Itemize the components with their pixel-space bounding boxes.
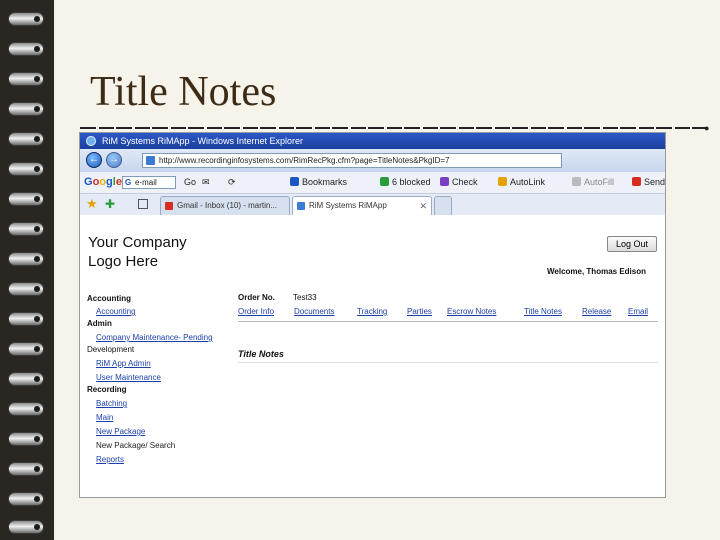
order-number-value: Test33: [293, 293, 317, 302]
sidebar-item-main[interactable]: Main: [96, 413, 113, 423]
title-divider: [80, 127, 706, 129]
new-tab-button[interactable]: [434, 196, 452, 215]
divider-end-ornament: ●: [704, 123, 710, 133]
binder-ring: [8, 222, 44, 236]
order-nav-release[interactable]: Release: [582, 307, 611, 316]
url-text: http://www.recordinginfosystems.com/RimR…: [159, 156, 450, 165]
order-nav-email[interactable]: Email: [628, 307, 648, 316]
sidebar-heading-recording: Recording: [87, 385, 127, 394]
sidebar-item-batching[interactable]: Batching: [96, 399, 127, 409]
slide-title: Title Notes: [90, 69, 277, 115]
back-arrow-icon[interactable]: ←: [86, 152, 102, 168]
tab-rim-systems[interactable]: RiM Systems RiMApp ✕: [292, 196, 432, 215]
sidebar-item-rim-app-admin[interactable]: RiM App Admin: [96, 359, 151, 369]
nav-divider: [238, 321, 658, 322]
window-title: RiM Systems RiMApp - Windows Internet Ex…: [102, 136, 304, 146]
quick-tabs-icon[interactable]: [138, 199, 148, 209]
binder-ring: [8, 102, 44, 116]
tab-label: Gmail - Inbox (10) - martin...: [177, 201, 278, 210]
popup-blocker-icon: [380, 177, 389, 186]
autolink-icon: [498, 177, 507, 186]
sidebar-heading-accounting: Accounting: [87, 294, 131, 303]
sidebar-item-reports[interactable]: Reports: [96, 455, 124, 465]
binder-ring: [8, 42, 44, 56]
autofill-button[interactable]: AutoFill: [572, 172, 614, 193]
send-button[interactable]: Send: [632, 172, 665, 193]
browser-window: RiM Systems RiMApp - Windows Internet Ex…: [79, 132, 666, 498]
sidebar-item-new-package-search[interactable]: New Package/ Search: [96, 441, 175, 451]
order-nav-documents[interactable]: Documents: [294, 307, 334, 316]
binder-ring: [8, 432, 44, 446]
binder-ring: [8, 520, 44, 534]
address-bar: ← → http://www.recordinginfosystems.com/…: [80, 149, 665, 172]
google-toolbar: Google e-mail Go ✉ ⟳ Bookmarks 6 blocked…: [80, 172, 665, 194]
binder-ring: [8, 72, 44, 86]
sidebar-heading-admin: Admin: [87, 319, 112, 328]
star-icon: [290, 177, 299, 186]
sidebar-item-new-package[interactable]: New Package: [96, 427, 145, 437]
ie-icon: [86, 136, 96, 146]
autolink-button[interactable]: AutoLink: [498, 172, 545, 193]
section-divider: [238, 362, 658, 363]
page-icon: [146, 156, 155, 165]
binder-ring: [8, 282, 44, 296]
sidebar-heading-development: Development: [87, 345, 135, 354]
tab-bar: ★ ✚ Gmail - Inbox (10) - martin... RiM S…: [80, 194, 665, 216]
welcome-message: Welcome, Thomas Edison: [547, 267, 646, 276]
app-page: Your Company Logo Here Log Out Welcome, …: [80, 215, 665, 497]
favorites-star-icon[interactable]: ★: [86, 197, 98, 211]
company-logo: Your Company Logo Here: [88, 234, 187, 270]
url-input[interactable]: http://www.recordinginfosystems.com/RimR…: [142, 153, 562, 168]
go-button[interactable]: Go: [184, 172, 196, 193]
binder-ring: [8, 12, 44, 26]
spell-check-button[interactable]: Check: [440, 172, 478, 193]
order-nav-escrow-notes[interactable]: Escrow Notes: [447, 307, 496, 316]
order-nav-parties[interactable]: Parties: [407, 307, 432, 316]
popup-blocker-button[interactable]: 6 blocked: [380, 172, 431, 193]
section-title: Title Notes: [238, 349, 284, 359]
rim-tab-icon: [297, 202, 305, 210]
tab-label: RiM Systems RiMApp: [309, 201, 387, 210]
close-tab-icon[interactable]: ✕: [419, 197, 427, 215]
gmail-tab-icon: [165, 202, 173, 210]
order-nav-order-info[interactable]: Order Info: [238, 307, 274, 316]
binder-ring: [8, 462, 44, 476]
forward-arrow-icon[interactable]: →: [106, 152, 122, 168]
binder-ring: [8, 342, 44, 356]
binder-ring: [8, 132, 44, 146]
order-number-label: Order No.: [238, 293, 275, 302]
sidebar-item-accounting[interactable]: Accounting: [96, 307, 136, 317]
binder-ring: [8, 252, 44, 266]
tab-gmail[interactable]: Gmail - Inbox (10) - martin...: [160, 196, 290, 215]
add-favorite-icon[interactable]: ✚: [105, 197, 115, 211]
google-search-input[interactable]: e-mail: [122, 176, 176, 189]
spell-check-icon: [440, 177, 449, 186]
notebook-binding: [0, 0, 54, 540]
binder-ring: [8, 312, 44, 326]
send-icon: [632, 177, 641, 186]
order-nav-tracking[interactable]: Tracking: [357, 307, 387, 316]
spin-icon[interactable]: ⟳: [228, 172, 236, 193]
sidebar-item-company-maintenance[interactable]: Company Maintenance- Pending: [96, 333, 213, 343]
bookmarks-button[interactable]: Bookmarks: [290, 172, 347, 193]
binder-ring: [8, 192, 44, 206]
google-logo: Google: [84, 176, 122, 188]
logout-button[interactable]: Log Out: [607, 236, 657, 252]
google-search-value: e-mail: [135, 178, 157, 187]
binder-ring: [8, 372, 44, 386]
window-titlebar: RiM Systems RiMApp - Windows Internet Ex…: [80, 133, 665, 149]
binder-ring: [8, 402, 44, 416]
binder-ring: [8, 162, 44, 176]
mail-icon[interactable]: ✉: [202, 172, 210, 193]
order-nav-title-notes[interactable]: Title Notes: [524, 307, 562, 316]
binder-ring: [8, 492, 44, 506]
autofill-icon: [572, 177, 581, 186]
sidebar-item-user-maintenance[interactable]: User Maintenance: [96, 373, 161, 383]
